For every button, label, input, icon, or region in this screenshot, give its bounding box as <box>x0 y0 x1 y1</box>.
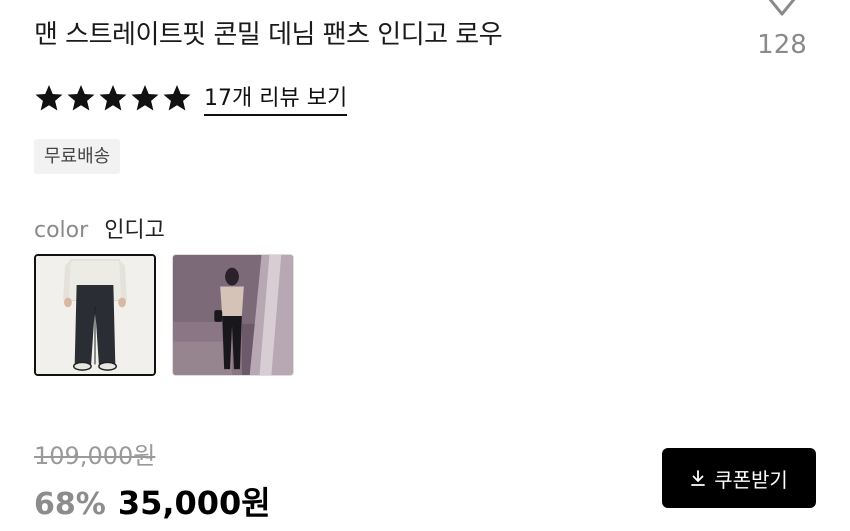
rating-stars <box>34 84 192 112</box>
sale-price: 35,000원 <box>117 484 271 522</box>
swatch-lifestyle[interactable] <box>172 254 294 376</box>
coupon-download-button[interactable]: 쿠폰받기 <box>662 448 816 508</box>
discount-rate: 68% <box>34 487 106 522</box>
like-count: 128 <box>757 30 807 60</box>
product-title: 맨 스트레이트핏 콘밀 데님 팬츠 인디고 로우 <box>34 20 503 50</box>
swatch-studio[interactable] <box>34 254 156 376</box>
download-icon <box>690 469 706 487</box>
original-price: 109,000원 <box>34 442 156 470</box>
color-swatches <box>34 254 294 376</box>
like-button[interactable]: 128 <box>752 0 812 60</box>
star-icon <box>99 84 127 111</box>
product-photo-studio <box>36 256 154 374</box>
product-photo-lifestyle <box>173 255 293 375</box>
star-icon <box>163 84 191 111</box>
color-row: color 인디고 <box>34 212 165 244</box>
star-icon <box>35 84 63 111</box>
heart-icon <box>752 0 812 20</box>
star-icon <box>67 84 95 111</box>
free-shipping-badge: 무료배송 <box>34 139 121 174</box>
rating-row: 17개 리뷰 보기 <box>34 80 348 116</box>
review-link[interactable]: 17개 리뷰 보기 <box>204 80 348 116</box>
color-label: color <box>34 218 89 243</box>
color-value: 인디고 <box>104 218 165 243</box>
price-row: 68% 35,000원 <box>34 478 271 524</box>
coupon-label: 쿠폰받기 <box>714 467 788 492</box>
star-icon <box>131 84 159 111</box>
